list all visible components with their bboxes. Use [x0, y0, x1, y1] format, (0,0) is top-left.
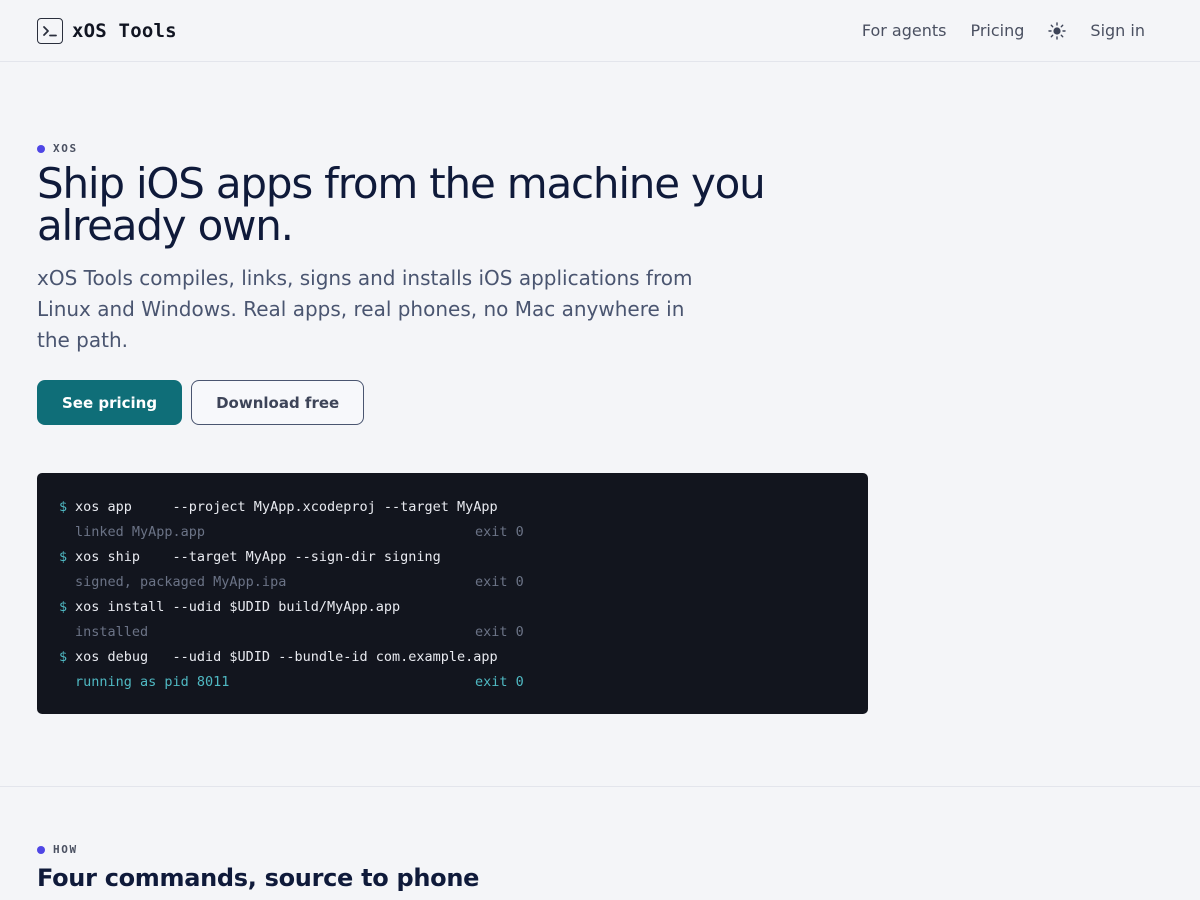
terminal-output-line: signed, packaged MyApp.ipa exit 0 [59, 570, 846, 595]
terminal-command: xos ship --target MyApp --sign-dir signi… [75, 549, 441, 565]
site-header: xOS Tools For agents Pricing Sign in [0, 0, 1200, 62]
terminal-command-line: $ xos install --udid $UDID build/MyApp.a… [59, 595, 846, 620]
hero-title: Ship iOS apps from the machine you alrea… [37, 159, 766, 250]
nav-link-pricing[interactable]: Pricing [970, 21, 1024, 40]
eyebrow-dot-icon [37, 845, 45, 854]
hero-section: XOS Ship iOS apps from the machine you a… [0, 62, 1200, 714]
terminal-output-line: installed exit 0 [59, 620, 846, 645]
terminal-demo: $ xos app --project MyApp.xcodeproj --ta… [37, 473, 868, 714]
terminal-command-line: $ xos ship --target MyApp --sign-dir sig… [59, 545, 846, 570]
sun-icon[interactable] [1048, 21, 1067, 40]
hero-eyebrow-label: XOS [53, 142, 78, 155]
terminal-exit-code: exit 0 [475, 574, 524, 590]
download-free-button[interactable]: Download free [191, 380, 365, 425]
terminal-exit-code: exit 0 [475, 674, 524, 690]
terminal-output-line: running as pid 8011 exit 0 [59, 670, 846, 695]
nav-link-sign-in[interactable]: Sign in [1090, 21, 1145, 40]
terminal-exit-code: exit 0 [475, 524, 524, 540]
how-eyebrow-label: HOW [53, 843, 78, 856]
terminal-output: installed [75, 624, 149, 640]
brand-name: xOS Tools [72, 19, 177, 42]
terminal-prompt: $ [59, 649, 68, 665]
terminal-command: xos app --project MyApp.xcodeproj --targ… [75, 499, 498, 515]
terminal-command: xos debug --udid $UDID --bundle-id com.e… [75, 649, 498, 665]
terminal-prompt-icon [37, 17, 63, 44]
terminal-output: signed, packaged MyApp.ipa [75, 574, 287, 590]
how-title: Four commands, source to phone [37, 864, 480, 892]
terminal-command-line: $ xos debug --udid $UDID --bundle-id com… [59, 645, 846, 670]
how-section: HOW Four commands, source to phone [0, 787, 1200, 892]
see-pricing-button[interactable]: See pricing [37, 380, 183, 425]
cta-row: See pricing Download free [37, 380, 1200, 425]
terminal-output: linked MyApp.app [75, 524, 206, 540]
terminal-exit-code: exit 0 [475, 624, 524, 640]
terminal-output: running as pid 8011 [75, 674, 230, 690]
brand-link[interactable]: xOS Tools [37, 17, 177, 44]
terminal-command-line: $ xos app --project MyApp.xcodeproj --ta… [59, 495, 846, 520]
hero-eyebrow: XOS [37, 142, 1200, 155]
terminal-prompt: $ [59, 599, 68, 615]
nav-link-for-agents[interactable]: For agents [862, 21, 947, 40]
terminal-output-line: linked MyApp.app exit 0 [59, 520, 846, 545]
how-eyebrow: HOW [37, 843, 1200, 856]
terminal-command: xos install --udid $UDID build/MyApp.app [75, 599, 401, 615]
hero-subtitle: xOS Tools compiles, links, signs and ins… [37, 266, 693, 352]
main-nav: For agents Pricing Sign in [862, 21, 1145, 40]
terminal-prompt: $ [59, 499, 68, 515]
terminal-prompt: $ [59, 549, 68, 565]
eyebrow-dot-icon [37, 144, 45, 153]
